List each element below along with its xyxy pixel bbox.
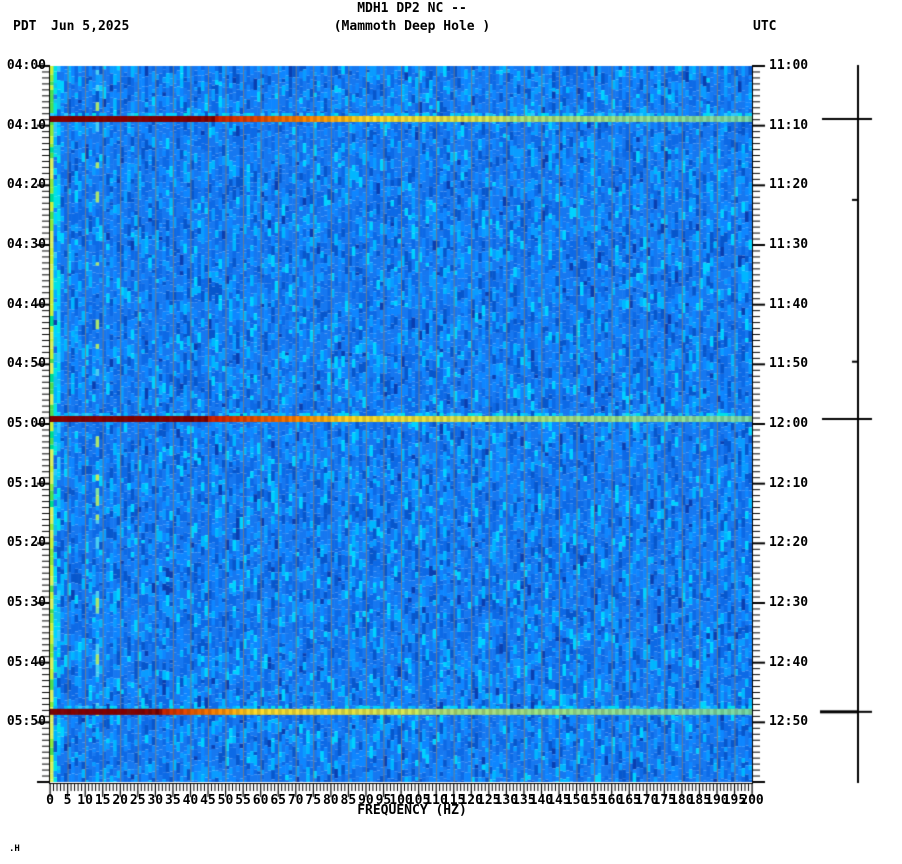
page-subtitle: (Mammoth Deep Hole ) xyxy=(333,19,491,34)
frequency-axis-title: FREQUENCY (HZ) xyxy=(357,803,467,818)
left-time-label: 04:20 xyxy=(6,177,46,193)
right-time-label: 12:40 xyxy=(769,654,809,670)
right-time-label: 11:30 xyxy=(769,237,809,252)
left-time-label: 05:20 xyxy=(6,535,46,551)
timezone-right-label: UTC xyxy=(753,19,777,34)
right-time-label: 11:50 xyxy=(769,356,809,372)
left-time-label: 05:30 xyxy=(6,595,46,610)
left-time-label: 04:30 xyxy=(6,237,46,252)
right-time-label: 12:00 xyxy=(769,416,809,431)
right-time-label: 11:40 xyxy=(769,296,809,312)
spectrogram-canvas xyxy=(0,0,902,864)
spectrogram-page: PDT Jun 5,2025 MDH1 DP2 NC -- (Mammoth D… xyxy=(0,0,902,864)
left-time-label: 05:00 xyxy=(6,416,46,431)
right-time-label: 11:20 xyxy=(769,177,809,193)
left-time-label: 04:50 xyxy=(6,356,46,372)
corner-mark: .H xyxy=(9,844,20,854)
right-time-label: 12:20 xyxy=(769,535,809,551)
right-time-label: 12:30 xyxy=(769,595,809,610)
left-time-label: 04:10 xyxy=(6,117,46,133)
right-time-label: 11:10 xyxy=(769,117,809,133)
left-time-label: 05:40 xyxy=(6,654,46,670)
right-time-label: 12:50 xyxy=(769,714,809,730)
right-time-label: 11:00 xyxy=(769,58,809,73)
left-time-label: 04:00 xyxy=(6,58,46,73)
left-time-label: 05:10 xyxy=(6,475,46,491)
page-title: MDH1 DP2 NC -- xyxy=(357,1,467,16)
left-time-label: 04:40 xyxy=(6,296,46,312)
right-time-label: 12:10 xyxy=(769,475,809,491)
left-time-label: 05:50 xyxy=(6,714,46,730)
